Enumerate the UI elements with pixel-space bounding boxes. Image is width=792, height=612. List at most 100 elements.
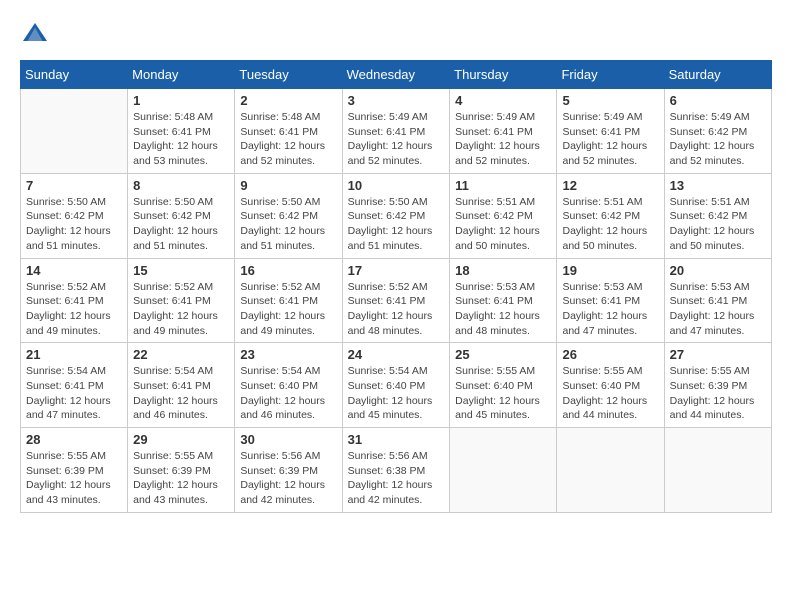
day-info: Sunrise: 5:52 AM Sunset: 6:41 PM Dayligh… [133, 280, 229, 339]
calendar-cell: 31Sunrise: 5:56 AM Sunset: 6:38 PM Dayli… [342, 428, 450, 513]
day-info: Sunrise: 5:55 AM Sunset: 6:40 PM Dayligh… [455, 364, 551, 423]
day-number: 7 [26, 178, 122, 193]
day-info: Sunrise: 5:54 AM Sunset: 6:41 PM Dayligh… [26, 364, 122, 423]
calendar-cell: 27 Sunrise: 5:55 AM Sunset: 6:39 PM Dayli… [664, 343, 771, 428]
calendar-cell: 9 Sunrise: 5:50 AM Sunset: 6:42 PM Daylig… [235, 173, 342, 258]
calendar-cell [450, 428, 557, 513]
day-info: Sunrise: 5:55 AM Sunset: 6:39 PM Dayligh… [26, 449, 122, 508]
calendar-cell: 26Sunrise: 5:55 AM Sunset: 6:40 PM Dayli… [557, 343, 664, 428]
day-number: 9 [240, 178, 336, 193]
day-number: 30 [240, 432, 336, 447]
day-info: Sunrise: 5:50 AM Sunset: 6:42 PM Dayligh… [348, 195, 445, 254]
calendar-week-4: 21 Sunrise: 5:54 AM Sunset: 6:41 PM Dayli… [21, 343, 772, 428]
day-number: 12 [562, 178, 658, 193]
header-row: Sunday Monday Tuesday Wednesday Thursday… [21, 61, 772, 89]
header-wednesday: Wednesday [342, 61, 450, 89]
day-number: 27 [670, 347, 766, 362]
day-info: Sunrise: 5:50 AM Sunset: 6:42 PM Dayligh… [133, 195, 229, 254]
day-number: 11 [455, 178, 551, 193]
day-number: 17 [348, 263, 445, 278]
calendar-cell: 1Sunrise: 5:48 AM Sunset: 6:41 PM Daylig… [128, 89, 235, 174]
day-info: Sunrise: 5:54 AM Sunset: 6:40 PM Dayligh… [240, 364, 336, 423]
day-number: 22 [133, 347, 229, 362]
day-info: Sunrise: 5:54 AM Sunset: 6:41 PM Dayligh… [133, 364, 229, 423]
day-info: Sunrise: 5:53 AM Sunset: 6:41 PM Dayligh… [562, 280, 658, 339]
day-number: 28 [26, 432, 122, 447]
calendar-cell: 2 Sunrise: 5:48 AM Sunset: 6:41 PM Daylig… [235, 89, 342, 174]
calendar-cell: 25 Sunrise: 5:55 AM Sunset: 6:40 PM Dayli… [450, 343, 557, 428]
header [20, 20, 772, 50]
day-info: Sunrise: 5:52 AM Sunset: 6:41 PM Dayligh… [240, 280, 336, 339]
day-number: 24 [348, 347, 445, 362]
day-number: 29 [133, 432, 229, 447]
day-number: 19 [562, 263, 658, 278]
day-info: Sunrise: 5:56 AM Sunset: 6:39 PM Dayligh… [240, 449, 336, 508]
header-friday: Friday [557, 61, 664, 89]
day-info: Sunrise: 5:51 AM Sunset: 6:42 PM Dayligh… [562, 195, 658, 254]
header-sunday: Sunday [21, 61, 128, 89]
calendar-cell [664, 428, 771, 513]
calendar-cell: 4 Sunrise: 5:49 AM Sunset: 6:41 PM Daylig… [450, 89, 557, 174]
day-number: 10 [348, 178, 445, 193]
calendar-cell: 18Sunrise: 5:53 AM Sunset: 6:41 PM Dayli… [450, 258, 557, 343]
day-number: 1 [133, 93, 229, 108]
day-number: 14 [26, 263, 122, 278]
calendar-cell: 8 Sunrise: 5:50 AM Sunset: 6:42 PM Daylig… [128, 173, 235, 258]
day-info: Sunrise: 5:55 AM Sunset: 6:39 PM Dayligh… [670, 364, 766, 423]
calendar-cell [21, 89, 128, 174]
calendar-cell: 14 Sunrise: 5:52 AM Sunset: 6:41 PM Dayli… [21, 258, 128, 343]
day-number: 3 [348, 93, 445, 108]
day-number: 21 [26, 347, 122, 362]
calendar-cell: 28 Sunrise: 5:55 AM Sunset: 6:39 PM Dayli… [21, 428, 128, 513]
day-info: Sunrise: 5:49 AM Sunset: 6:41 PM Dayligh… [348, 110, 445, 169]
day-number: 20 [670, 263, 766, 278]
calendar-cell: 24 Sunrise: 5:54 AM Sunset: 6:40 PM Dayli… [342, 343, 450, 428]
calendar-cell: 7 Sunrise: 5:50 AM Sunset: 6:42 PM Daylig… [21, 173, 128, 258]
logo [20, 20, 54, 50]
logo-icon [20, 20, 50, 50]
calendar-cell: 6 Sunrise: 5:49 AM Sunset: 6:42 PM Daylig… [664, 89, 771, 174]
day-info: Sunrise: 5:53 AM Sunset: 6:41 PM Dayligh… [455, 280, 551, 339]
day-info: Sunrise: 5:49 AM Sunset: 6:41 PM Dayligh… [562, 110, 658, 169]
day-info: Sunrise: 5:50 AM Sunset: 6:42 PM Dayligh… [240, 195, 336, 254]
day-info: Sunrise: 5:51 AM Sunset: 6:42 PM Dayligh… [455, 195, 551, 254]
calendar-cell: 12 Sunrise: 5:51 AM Sunset: 6:42 PM Dayli… [557, 173, 664, 258]
header-saturday: Saturday [664, 61, 771, 89]
day-number: 25 [455, 347, 551, 362]
calendar-week-2: 7 Sunrise: 5:50 AM Sunset: 6:42 PM Daylig… [21, 173, 772, 258]
day-info: Sunrise: 5:49 AM Sunset: 6:42 PM Dayligh… [670, 110, 766, 169]
day-number: 16 [240, 263, 336, 278]
day-info: Sunrise: 5:50 AM Sunset: 6:42 PM Dayligh… [26, 195, 122, 254]
day-info: Sunrise: 5:49 AM Sunset: 6:41 PM Dayligh… [455, 110, 551, 169]
day-info: Sunrise: 5:53 AM Sunset: 6:41 PM Dayligh… [670, 280, 766, 339]
day-info: Sunrise: 5:48 AM Sunset: 6:41 PM Dayligh… [240, 110, 336, 169]
day-number: 15 [133, 263, 229, 278]
header-tuesday: Tuesday [235, 61, 342, 89]
day-info: Sunrise: 5:55 AM Sunset: 6:40 PM Dayligh… [562, 364, 658, 423]
calendar-body: 1 Sunrise: 5:48 AM Sunset: 6:41 PM Daylig… [21, 89, 772, 513]
calendar-header: Sunday Monday Tuesday Wednesday Thursday… [21, 61, 772, 89]
calendar-cell: 22 Sunrise: 5:54 AM Sunset: 6:41 PM Dayli… [128, 343, 235, 428]
day-number: 6 [670, 93, 766, 108]
calendar-cell: 11 Sunrise: 5:51 AM Sunset: 6:42 PM Dayli… [450, 173, 557, 258]
calendar-cell: 20 Sunrise: 5:53 AM Sunset: 6:41 PM Dayli… [664, 258, 771, 343]
day-info: Sunrise: 5:52 AM Sunset: 6:41 PM Dayligh… [26, 280, 122, 339]
calendar-cell: 30 Sunrise: 5:56 AM Sunset: 6:39 PM Dayli… [235, 428, 342, 513]
day-info: Sunrise: 5:52 AM Sunset: 6:41 PM Dayligh… [348, 280, 445, 339]
day-info: Sunrise: 5:55 AM Sunset: 6:39 PM Dayligh… [133, 449, 229, 508]
calendar-week-1: 1 Sunrise: 5:48 AM Sunset: 6:41 PM Daylig… [21, 89, 772, 174]
day-info: Sunrise: 5:51 AM Sunset: 6:42 PM Dayligh… [670, 195, 766, 254]
calendar-week-5: 28 Sunrise: 5:55 AM Sunset: 6:39 PM Dayli… [21, 428, 772, 513]
calendar-cell: 3 Sunrise: 5:49 AM Sunset: 6:41 PM Daylig… [342, 89, 450, 174]
day-number: 8 [133, 178, 229, 193]
day-info: Sunrise: 5:54 AM Sunset: 6:40 PM Dayligh… [348, 364, 445, 423]
day-number: 2 [240, 93, 336, 108]
calendar-cell: 15 Sunrise: 5:52 AM Sunset: 6:41 PM Dayli… [128, 258, 235, 343]
calendar-cell: 21 Sunrise: 5:54 AM Sunset: 6:41 PM Dayli… [21, 343, 128, 428]
calendar-cell: 10 Sunrise: 5:50 AM Sunset: 6:42 PM Dayli… [342, 173, 450, 258]
calendar-cell [557, 428, 664, 513]
calendar: Sunday Monday Tuesday Wednesday Thursday… [20, 60, 772, 513]
calendar-week-3: 14 Sunrise: 5:52 AM Sunset: 6:41 PM Dayli… [21, 258, 772, 343]
day-number: 4 [455, 93, 551, 108]
day-number: 5 [562, 93, 658, 108]
